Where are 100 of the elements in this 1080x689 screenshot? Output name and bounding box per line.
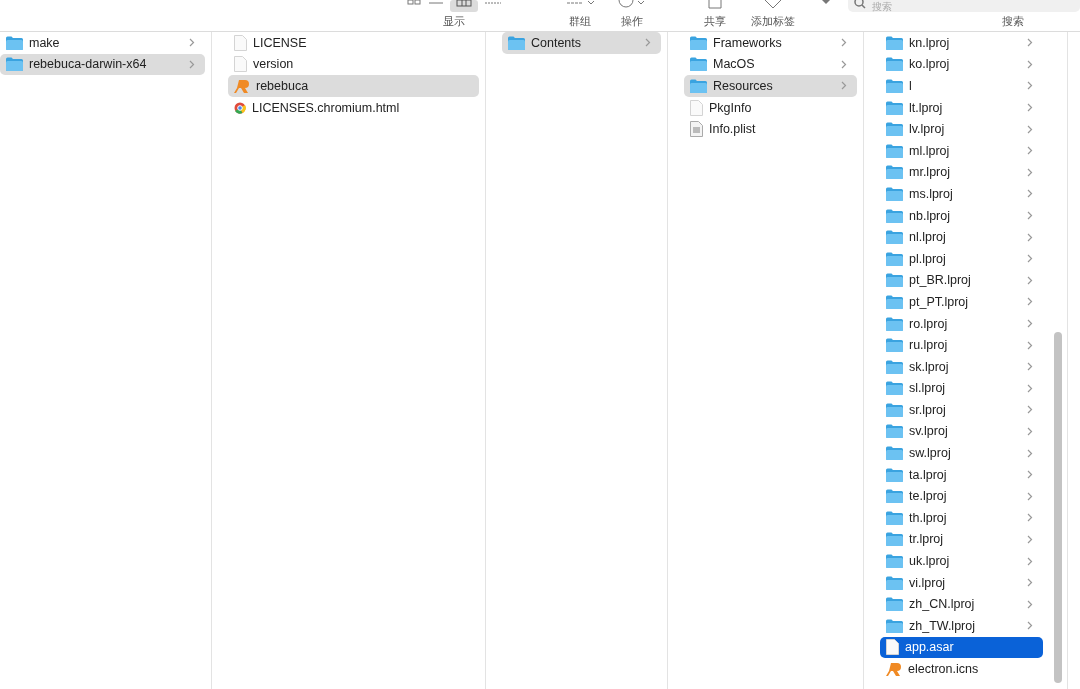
folder-icon [886,359,903,374]
chevron-right-icon [1027,448,1033,458]
toolbar-label: 显示 [443,14,465,29]
file-item[interactable]: MacOS [684,53,857,76]
file-item[interactable]: Frameworks [684,32,857,54]
file-item[interactable]: ko.lproj [880,53,1043,76]
document-icon [690,121,703,138]
folder-icon [886,532,903,547]
file-item[interactable]: nb.lproj [880,204,1043,227]
file-item[interactable]: th.lproj [880,507,1043,529]
file-item[interactable]: sl.lproj [880,377,1043,400]
file-item[interactable]: electron.icns [880,658,1043,680]
column-view-icon[interactable] [450,0,478,12]
file-item[interactable]: rebebuca-darwin-x64 [0,53,205,76]
chevron-right-icon [1027,232,1033,242]
file-item[interactable]: LICENSES.chromium.html [228,96,479,119]
file-item[interactable]: mr.lproj [880,161,1043,184]
folder-icon [886,510,903,525]
chevron-right-icon [1027,383,1033,393]
chevron-right-icon [1027,556,1033,566]
file-item[interactable]: l [880,75,1043,97]
file-item[interactable]: ta.lproj [880,463,1043,486]
folder-icon [886,208,903,223]
file-item[interactable]: pt_BR.lproj [880,269,1043,292]
file-item[interactable]: version [228,53,479,76]
folder-icon [886,402,903,417]
search-field[interactable]: 搜索 [848,0,1080,12]
chevron-right-icon [1027,427,1033,436]
file-item[interactable]: te.lproj [880,485,1043,508]
chevron-right-icon [1027,81,1033,91]
chevron-down-icon[interactable] [821,0,831,6]
folder-icon [886,618,903,633]
folder-icon [886,446,903,461]
folder-icon [886,143,903,158]
file-item[interactable]: uk.lproj [880,550,1043,572]
file-item[interactable]: Resources [684,75,857,97]
toolbar-label: 搜索 [1002,14,1024,29]
chevron-right-icon [1027,124,1033,134]
search-icon [854,0,866,10]
chevron-right-icon [1027,146,1033,156]
file-item[interactable]: app.asar [880,636,1043,659]
chevron-right-icon [1027,578,1033,588]
file-item[interactable]: rebebuca [228,75,479,97]
chevron-right-icon [1027,319,1033,328]
file-item[interactable]: zh_TW.lproj [880,615,1043,637]
folder-icon [6,57,23,72]
chevron-right-icon [1027,470,1033,480]
file-item[interactable]: zh_CN.lproj [880,593,1043,616]
chevron-right-icon [1027,491,1033,501]
chevron-right-icon [1027,167,1033,177]
file-item[interactable]: ml.lproj [880,139,1043,162]
document-icon [234,56,247,73]
file-item[interactable]: vi.lproj [880,571,1043,594]
file-item[interactable]: pl.lproj [880,247,1043,270]
file-item[interactable]: make [0,32,205,54]
chevron-right-icon [841,59,847,69]
folder-icon [886,100,903,115]
file-item[interactable]: sw.lproj [880,442,1043,464]
file-item[interactable]: lv.lproj [880,118,1043,140]
chevron-right-icon [1027,297,1033,307]
chevron-right-icon [1027,38,1033,48]
file-item[interactable]: tr.lproj [880,528,1043,551]
chevron-right-icon [1027,59,1033,69]
chevron-right-icon [1027,254,1033,264]
file-item[interactable]: Info.plist [684,118,857,140]
app-logo-icon [886,661,902,677]
file-item[interactable]: PkgInfo [684,96,857,119]
file-item[interactable]: kn.lproj [880,32,1043,54]
chevron-right-icon [1027,599,1033,609]
chevron-right-icon [1027,405,1033,415]
file-item[interactable]: ru.lproj [880,334,1043,356]
folder-icon [690,35,707,50]
file-item[interactable]: pt_PT.lproj [880,291,1043,313]
file-item[interactable]: sv.lproj [880,420,1043,443]
scrollbar[interactable] [1053,332,1063,683]
chevron-right-icon [1027,340,1033,350]
folder-icon [886,338,903,353]
toolbar-label: 共享 [704,14,726,29]
document-icon [886,639,899,656]
file-item[interactable]: sr.lproj [880,399,1043,421]
chevron-right-icon [189,38,195,48]
file-item[interactable]: ms.lproj [880,183,1043,205]
chevron-right-icon [1027,275,1033,285]
file-item[interactable]: sk.lproj [880,355,1043,378]
file-item[interactable]: lt.lproj [880,96,1043,119]
chevron-right-icon [841,81,847,91]
folder-icon [886,57,903,72]
file-item[interactable]: nl.lproj [880,226,1043,248]
file-item[interactable]: LICENSE [228,32,479,54]
file-item[interactable]: ro.lproj [880,312,1043,335]
folder-icon [886,79,903,93]
chevron-right-icon [1027,189,1033,199]
folder-icon [886,251,903,266]
file-item[interactable]: Contents [502,32,661,54]
folder-icon [886,381,903,396]
chevron-right-icon [1027,621,1033,631]
folder-icon [886,597,903,612]
folder-icon [886,122,903,137]
folder-icon [690,57,707,72]
folder-icon [690,79,707,93]
